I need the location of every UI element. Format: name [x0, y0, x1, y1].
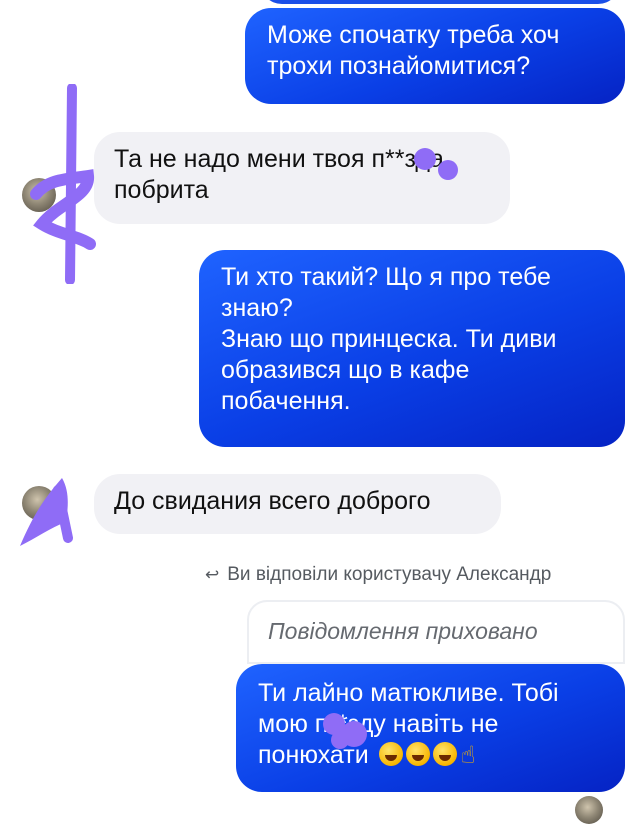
outgoing-message-bubble[interactable]: Може спочатку треба хоч трохи познайомит… — [245, 8, 625, 104]
previous-message-bubble-edge — [260, 0, 620, 4]
message-text-line: понюхати ☝ — [258, 740, 605, 771]
rolling-on-floor-laughing-emoji — [432, 742, 457, 766]
message-text: Та не надо мени твоя п**зда побрита — [114, 145, 444, 204]
reply-indicator: ↩ Ви відповіли користувачу Александр — [205, 561, 625, 589]
message-text: Може спочатку треба хоч трохи познайомит… — [267, 21, 560, 80]
outgoing-message-bubble[interactable]: Ти лайно матюкливе. Тобі мою п**зду наві… — [236, 664, 625, 792]
contact-avatar-icon[interactable] — [22, 178, 56, 212]
message-text: Ти хто такий? Що я про тебе знаю? Знаю щ… — [221, 263, 557, 415]
contact-avatar-icon[interactable] — [22, 486, 56, 520]
message-text: До свидания всего доброго — [114, 487, 431, 515]
message-text-line: мою п**зду навіть не — [258, 710, 499, 738]
message-text-fragment: понюхати — [258, 741, 369, 769]
incoming-message-bubble[interactable]: Та не надо мени твоя п**зда побрита — [94, 132, 510, 224]
message-text-line: Ти лайно матюкливе. Тобі — [258, 679, 559, 707]
reply-arrow-icon: ↩ — [205, 565, 220, 584]
middle-finger-emoji: ☝ — [460, 742, 476, 769]
quoted-message-text: Повідомлення приховано — [268, 618, 538, 644]
incoming-message-bubble[interactable]: До свидания всего доброго — [94, 474, 501, 534]
rolling-on-floor-laughing-emoji — [405, 742, 430, 766]
outgoing-message-bubble[interactable]: Ти хто такий? Що я про тебе знаю? Знаю щ… — [199, 250, 625, 447]
rolling-on-floor-laughing-emoji — [378, 742, 403, 766]
reply-note-text: Ви відповіли користувачу Александр — [227, 564, 552, 585]
seen-receipt-avatar — [575, 796, 603, 824]
